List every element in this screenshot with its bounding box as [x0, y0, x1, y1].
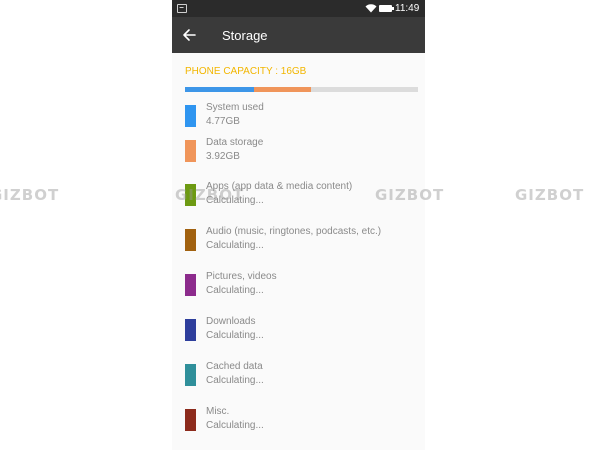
category-name: Misc. [206, 406, 230, 417]
category-color-swatch [185, 105, 196, 127]
storage-category-item[interactable]: Pictures, videos Calculating... [172, 269, 425, 309]
storage-category-item[interactable]: Cached data Calculating... [172, 359, 425, 399]
category-name: Pictures, videos [206, 271, 277, 282]
usage-segment [185, 87, 254, 92]
phone-screen: 11:49 Storage PHONE CAPACITY : 16GB Syst… [172, 0, 425, 450]
category-size: Calculating... [206, 420, 264, 431]
category-size: 4.77GB [206, 116, 240, 127]
status-bar: 11:49 [172, 0, 425, 17]
category-size: Calculating... [206, 375, 264, 386]
wifi-icon [365, 4, 377, 13]
battery-icon [379, 5, 394, 12]
category-size: Calculating... [206, 330, 264, 341]
storage-category-item[interactable]: Apps (app data & media content) Calculati… [172, 179, 425, 219]
category-color-swatch [185, 364, 196, 386]
storage-category-item[interactable]: Audio (music, ringtones, podcasts, etc.)… [172, 224, 425, 264]
storage-category-item[interactable]: Downloads Calculating... [172, 314, 425, 354]
category-color-swatch [185, 184, 196, 206]
page-title: Storage [222, 28, 268, 43]
category-name: Downloads [206, 316, 256, 327]
back-arrow-icon[interactable] [181, 27, 197, 43]
storage-category-item[interactable]: System used 4.77GB [172, 100, 425, 140]
toolbar: Storage [172, 17, 425, 53]
storage-category-item[interactable]: Data storage 3.92GB [172, 135, 425, 175]
phone-capacity-label: PHONE CAPACITY : 16GB [185, 66, 307, 77]
category-color-swatch [185, 274, 196, 296]
category-name: Cached data [206, 361, 263, 372]
category-name: System used [206, 102, 264, 113]
category-size: 3.92GB [206, 151, 240, 162]
category-name: Audio (music, ringtones, podcasts, etc.) [206, 226, 382, 237]
category-color-swatch [185, 409, 196, 431]
category-name: Apps (app data & media content) [206, 181, 353, 192]
usage-segment [254, 87, 311, 92]
category-size: Calculating... [206, 195, 264, 206]
left-margin [0, 0, 172, 450]
right-margin [425, 0, 600, 450]
category-color-swatch [185, 319, 196, 341]
image-notification-icon [177, 4, 187, 13]
category-color-swatch [185, 140, 196, 162]
category-size: Calculating... [206, 240, 264, 251]
category-size: Calculating... [206, 285, 264, 296]
status-time: 11:49 [395, 3, 420, 14]
category-name: Data storage [206, 137, 264, 148]
category-color-swatch [185, 229, 196, 251]
storage-usage-bar [185, 87, 418, 92]
storage-category-item[interactable]: Misc. Calculating... [172, 404, 425, 444]
